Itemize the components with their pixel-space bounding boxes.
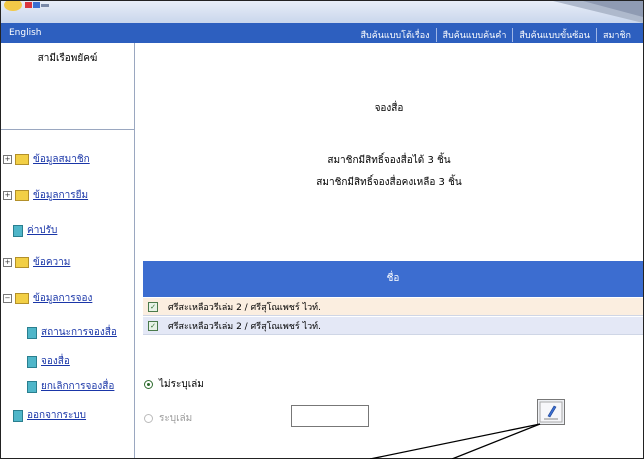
option-no-volume[interactable]: ไม่ระบุเล่ม — [144, 377, 204, 392]
media-title: ศรีสะเหลือวรีเล่ม 2 / ศรีสุโณเพชร์ ไวท์. — [168, 302, 321, 313]
main-content: จองสื่อ สมาชิกมีสิทธิ์จองสื่อได้ 3 ชิ้น … — [135, 43, 643, 458]
folder-icon — [15, 257, 29, 268]
submit-reservation-button[interactable] — [537, 399, 565, 425]
media-title: ศรีสะเหลือวรีเล่ม 2 / ศรีสุโณเพชร์ ไวท์. — [168, 321, 321, 332]
collapse-icon[interactable]: − — [3, 294, 12, 303]
option-specify-volume[interactable]: ระบุเล่ม — [144, 411, 192, 426]
option-label: ระบุเล่ม — [159, 413, 193, 424]
sidebar-divider — [1, 129, 134, 130]
sidebar-item-reservation-info[interactable]: − ข้อมูลการจอง — [3, 291, 92, 306]
expand-icon[interactable]: + — [3, 155, 12, 164]
nav-link-advanced-search[interactable]: สืบค้นแบบขั้นซ้อน — [512, 28, 596, 42]
nav-link-member[interactable]: สมาชิก — [595, 28, 637, 42]
sidebar-item-label[interactable]: ข้อความ — [33, 255, 70, 270]
page-title: จองสื่อ — [374, 103, 404, 114]
sidebar-item-label[interactable]: ข้อมูลการจอง — [33, 291, 92, 306]
document-icon — [13, 224, 23, 237]
sidebar-item-label[interactable]: สถานะการจองสื่อ — [41, 325, 117, 340]
top-nav-links: สืบค้นแบบโต้เรื่อง สืบค้นแบบค้นคำ สืบค้น… — [355, 28, 637, 42]
sidebar: สามีเรือพยัคฆ์ + ข้อมูลสมาชิก + ข้อมูลกา… — [1, 43, 135, 458]
site-name: สามีเรือพยัคฆ์ — [37, 53, 98, 64]
sidebar-item-label[interactable]: จองสื่อ — [41, 354, 70, 369]
document-icon — [27, 326, 37, 339]
folder-icon — [15, 190, 29, 201]
sidebar-item-label[interactable]: ยกเลิกการจองสื่อ — [41, 379, 114, 394]
nav-link-keyword-search[interactable]: สืบค้นแบบค้นคำ — [435, 28, 513, 42]
table-header-title: ชื่อ — [143, 261, 643, 297]
folder-open-icon — [15, 293, 29, 304]
reservation-quota-text: สมาชิกมีสิทธิ์จองสื่อได้ 3 ชิ้น — [327, 155, 451, 166]
table-row: ✓ ศรีสะเหลือวรีเล่ม 2 / ศรีสุโณเพชร์ ไวท… — [143, 317, 643, 335]
language-link[interactable]: English — [9, 28, 42, 38]
top-banner — [1, 1, 643, 23]
sidebar-item-member-info[interactable]: + ข้อมูลสมาชิก — [3, 152, 90, 167]
radio-button[interactable] — [144, 414, 153, 423]
sidebar-item-logout[interactable]: ออกจากระบบ — [13, 408, 86, 423]
expand-icon[interactable]: + — [3, 258, 12, 267]
reservation-remaining-text: สมาชิกมีสิทธิ์จองสื่อคงเหลือ 3 ชิ้น — [316, 177, 462, 188]
radio-button-selected[interactable] — [144, 380, 153, 389]
row-checkbox[interactable]: ✓ — [148, 301, 158, 312]
pencil-icon — [539, 401, 563, 423]
site-logo-icon — [4, 1, 49, 11]
page-frame: English สืบค้นแบบโต้เรื่อง สืบค้นแบบค้นค… — [0, 0, 644, 459]
sidebar-item-reservation-status[interactable]: สถานะการจองสื่อ — [27, 325, 117, 340]
document-icon — [27, 355, 37, 368]
banner-decoration-icon — [553, 1, 643, 23]
sidebar-item-fines[interactable]: ค่าปรับ — [13, 223, 57, 238]
sidebar-item-reserve-media[interactable]: จองสื่อ — [27, 354, 70, 369]
volume-input[interactable] — [291, 405, 369, 427]
sidebar-item-borrow-info[interactable]: + ข้อมูลการยืม — [3, 188, 88, 203]
nav-link-title-search[interactable]: สืบค้นแบบโต้เรื่อง — [355, 28, 436, 42]
folder-icon — [15, 154, 29, 165]
top-nav-bar: English สืบค้นแบบโต้เรื่อง สืบค้นแบบค้นค… — [1, 23, 643, 43]
option-label: ไม่ระบุเล่ม — [159, 379, 204, 390]
sidebar-item-label[interactable]: ข้อมูลสมาชิก — [33, 152, 90, 167]
sidebar-item-label[interactable]: ออกจากระบบ — [27, 408, 86, 423]
sidebar-item-messages[interactable]: + ข้อความ — [3, 255, 70, 270]
table-row: ✓ ศรีสะเหลือวรีเล่ม 2 / ศรีสุโณเพชร์ ไวท… — [143, 298, 643, 316]
sidebar-item-label[interactable]: ค่าปรับ — [27, 223, 57, 238]
document-icon — [27, 380, 37, 393]
sidebar-item-label[interactable]: ข้อมูลการยืม — [33, 188, 88, 203]
sidebar-item-cancel-reservation[interactable]: ยกเลิกการจองสื่อ — [27, 379, 114, 394]
expand-icon[interactable]: + — [3, 191, 12, 200]
document-icon — [13, 409, 23, 422]
row-checkbox[interactable]: ✓ — [148, 320, 158, 331]
